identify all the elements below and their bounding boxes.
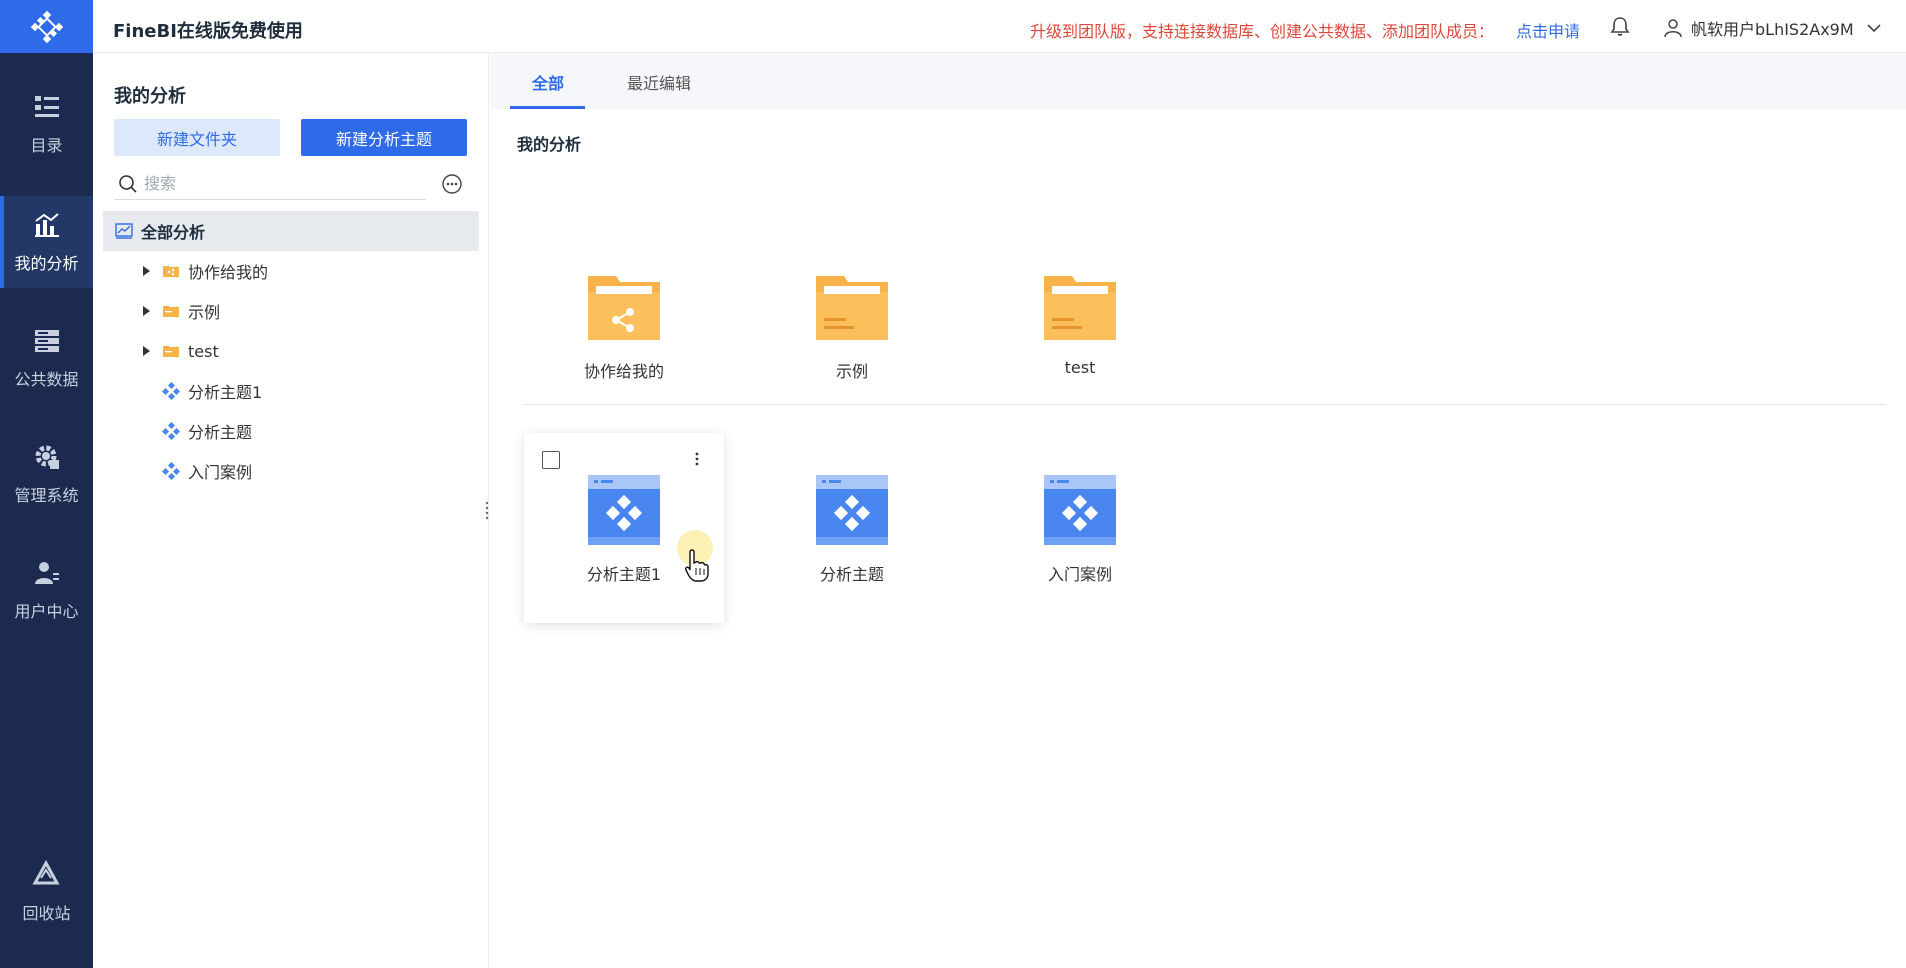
rail-item-recycle[interactable]: 回收站 bbox=[0, 846, 93, 938]
dashboard-icon bbox=[115, 223, 133, 239]
tab-bar: 全部 最近编辑 bbox=[490, 53, 1906, 109]
search-icon bbox=[119, 174, 137, 193]
user-menu[interactable]: 帆软用户bLhIS2Ax9M bbox=[1663, 16, 1882, 40]
search-box bbox=[114, 168, 426, 200]
rail-label-user-center: 用户中心 bbox=[14, 602, 79, 621]
more-options-icon[interactable] bbox=[441, 173, 463, 195]
main-content: 全部 最近编辑 我的分析 协作给我的 示例 test 分析主题1 分析主题 入门… bbox=[490, 53, 1906, 968]
analysis-tree: 全部分析 协作给我的 示例 test 分析主题1 分析主题 入门案例 bbox=[103, 211, 479, 491]
catalog-icon bbox=[32, 92, 62, 122]
folder-icon bbox=[1044, 276, 1116, 340]
folder-icon bbox=[816, 276, 888, 340]
analysis-theme-icon bbox=[588, 475, 660, 545]
rail-label-public-data: 公共数据 bbox=[14, 370, 79, 389]
card-label: 分析主题 bbox=[819, 565, 884, 584]
gear-icon bbox=[32, 442, 62, 472]
tab-recent[interactable]: 最近编辑 bbox=[627, 70, 691, 94]
new-theme-button[interactable]: 新建分析主题 bbox=[301, 119, 467, 156]
rail-item-user-center[interactable]: 用户中心 bbox=[0, 544, 93, 636]
nav-rail: 目录 我的分析 公共数据 管理系统 用户中心 回收站 bbox=[0, 0, 93, 968]
username: 帆软用户bLhIS2Ax9M bbox=[1691, 20, 1854, 39]
folder-card-test[interactable]: test bbox=[980, 230, 1180, 420]
rail-item-public-data[interactable]: 公共数据 bbox=[0, 312, 93, 404]
tree-item-all[interactable]: 全部分析 bbox=[103, 211, 479, 251]
section-divider bbox=[524, 404, 1886, 405]
analysis-theme-icon bbox=[1044, 475, 1116, 545]
tree-label: 全部分析 bbox=[141, 223, 206, 242]
app-title: FineBI在线版免费使用 bbox=[113, 21, 303, 42]
caret-right-icon[interactable] bbox=[140, 345, 152, 357]
app-logo[interactable] bbox=[0, 0, 93, 53]
tree-label: 协作给我的 bbox=[188, 263, 269, 282]
card-label: 示例 bbox=[835, 362, 868, 381]
rail-label-my-analysis: 我的分析 bbox=[14, 254, 79, 273]
tree-item-theme1[interactable]: 分析主题1 bbox=[103, 371, 479, 411]
chevron-down-icon bbox=[1867, 24, 1881, 33]
bell-icon[interactable] bbox=[1609, 15, 1631, 37]
rail-label-admin: 管理系统 bbox=[14, 486, 79, 505]
section-title: 我的分析 bbox=[517, 135, 582, 154]
tab-all[interactable]: 全部 bbox=[532, 70, 564, 94]
tree-item-test[interactable]: test bbox=[103, 331, 479, 371]
shared-folder-icon bbox=[163, 266, 179, 277]
folder-card-shared[interactable]: 协作给我的 bbox=[524, 230, 724, 420]
tree-item-theme[interactable]: 分析主题 bbox=[103, 411, 479, 451]
tree-label: 分析主题 bbox=[188, 423, 253, 442]
new-folder-button[interactable]: 新建文件夹 bbox=[114, 119, 280, 156]
card-label: 协作给我的 bbox=[583, 362, 664, 381]
folder-icon bbox=[163, 346, 179, 357]
upgrade-notice: 升级到团队版，支持连接数据库、创建公共数据、添加团队成员： bbox=[1030, 22, 1495, 41]
folder-card-example[interactable]: 示例 bbox=[752, 230, 952, 420]
panel-title: 我的分析 bbox=[114, 86, 186, 107]
theme-card-2[interactable]: 分析主题 bbox=[752, 433, 952, 623]
caret-right-icon[interactable] bbox=[140, 265, 152, 277]
card-label: 分析主题1 bbox=[586, 565, 662, 584]
analysis-theme-icon bbox=[162, 462, 180, 480]
rail-item-my-analysis[interactable]: 我的分析 bbox=[0, 196, 93, 288]
tree-label: 示例 bbox=[188, 303, 221, 322]
tree-item-shared[interactable]: 协作给我的 bbox=[103, 251, 479, 291]
shared-folder-icon bbox=[588, 276, 660, 340]
tree-label: 入门案例 bbox=[188, 463, 253, 482]
public-data-icon bbox=[32, 326, 62, 356]
apply-link[interactable]: 点击申请 bbox=[1516, 18, 1580, 42]
rail-label-catalog: 目录 bbox=[30, 136, 63, 155]
analysis-theme-icon bbox=[816, 475, 888, 545]
recycle-icon bbox=[31, 859, 62, 890]
analysis-icon bbox=[32, 210, 62, 240]
tree-item-getting-started[interactable]: 入门案例 bbox=[103, 451, 479, 491]
theme-card-3[interactable]: 入门案例 bbox=[980, 433, 1180, 623]
analysis-panel: 我的分析 新建文件夹 新建分析主题 全部分析 协作给我的 示例 test 分析主… bbox=[93, 53, 489, 968]
analysis-theme-icon bbox=[162, 422, 180, 440]
rail-item-catalog[interactable]: 目录 bbox=[0, 78, 93, 170]
user-icon bbox=[1664, 19, 1682, 38]
analysis-theme-icon bbox=[162, 382, 180, 400]
card-label: test bbox=[1064, 358, 1096, 377]
more-vertical-icon[interactable] bbox=[694, 451, 700, 467]
hand-cursor-icon bbox=[685, 549, 709, 582]
tab-indicator bbox=[510, 106, 585, 109]
search-input[interactable] bbox=[144, 174, 414, 193]
rail-item-admin[interactable]: 管理系统 bbox=[0, 428, 93, 520]
select-checkbox[interactable] bbox=[542, 451, 560, 469]
tree-label: test bbox=[188, 341, 219, 361]
fine-logo-icon bbox=[30, 10, 63, 43]
folder-icon bbox=[163, 306, 179, 317]
theme-card-1[interactable]: 分析主题1 bbox=[524, 433, 724, 623]
top-header: FineBI在线版免费使用 升级到团队版，支持连接数据库、创建公共数据、添加团队… bbox=[93, 0, 1906, 53]
tree-label: 分析主题1 bbox=[188, 383, 263, 402]
user-center-icon bbox=[32, 558, 62, 588]
caret-right-icon[interactable] bbox=[140, 305, 152, 317]
tree-item-example[interactable]: 示例 bbox=[103, 291, 479, 331]
card-label: 入门案例 bbox=[1047, 565, 1112, 584]
rail-label-recycle: 回收站 bbox=[22, 904, 71, 923]
